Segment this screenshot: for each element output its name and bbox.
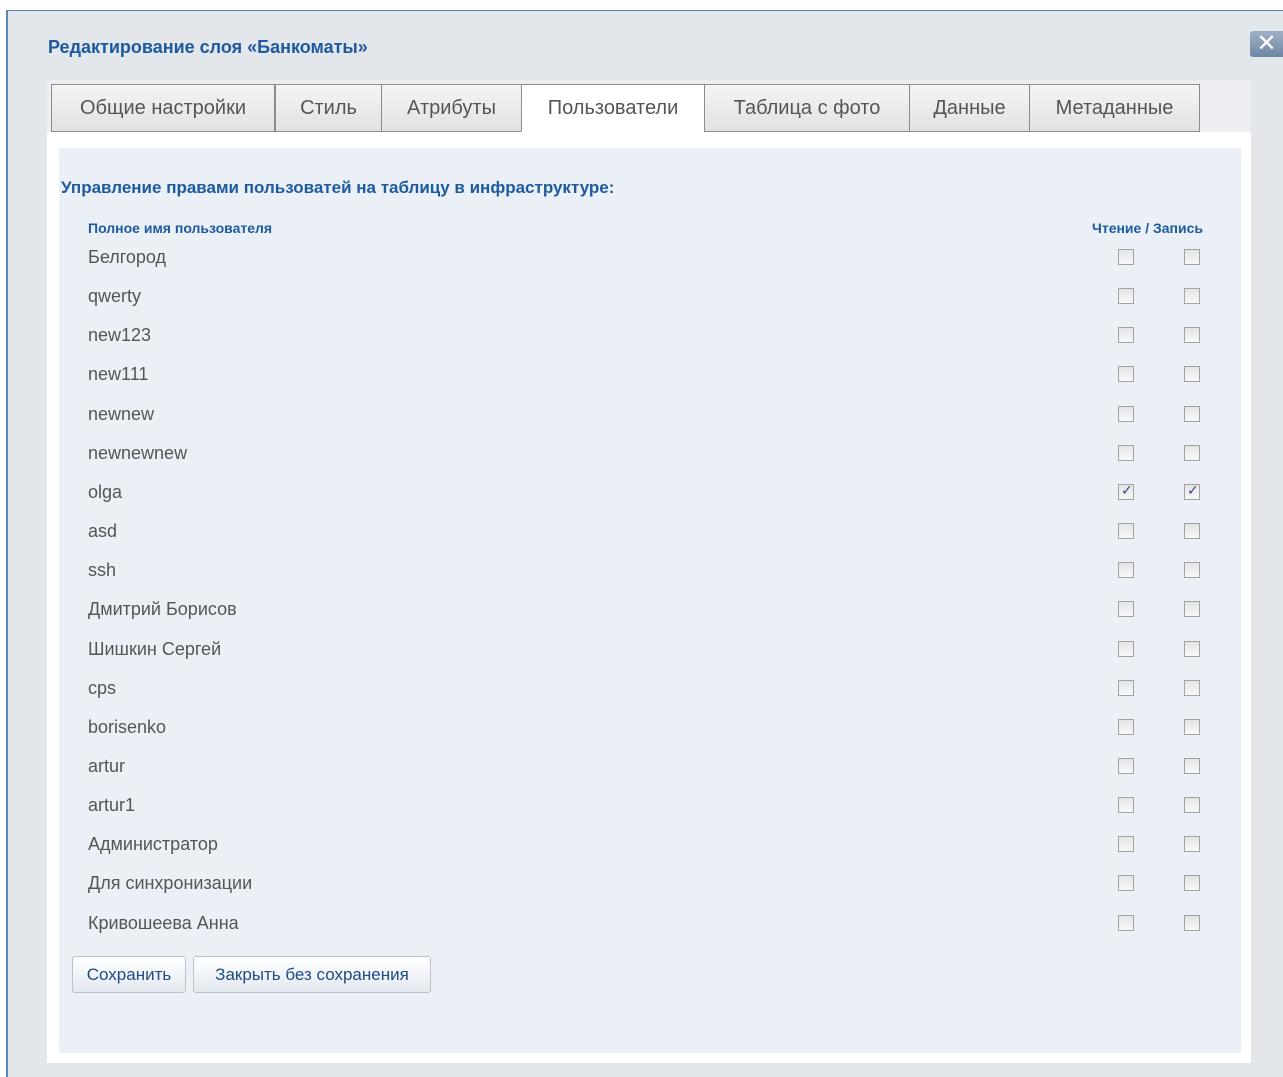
read-checkbox[interactable] xyxy=(1118,836,1134,853)
tab-style[interactable]: Стиль xyxy=(275,84,382,132)
tab-data[interactable]: Данные xyxy=(909,84,1030,132)
read-checkbox[interactable] xyxy=(1118,875,1134,892)
read-checkbox[interactable] xyxy=(1118,640,1134,657)
user-row: Администратор xyxy=(47,834,1251,873)
write-checkbox[interactable] xyxy=(1184,836,1200,853)
tab-photo-table[interactable]: Таблица с фото xyxy=(704,84,910,132)
user-name: newnew xyxy=(88,403,155,424)
user-row: ssh xyxy=(47,560,1251,599)
write-checkbox[interactable] xyxy=(1184,523,1200,540)
dialog-panel: Общие настройки Стиль Атрибуты Пользоват… xyxy=(47,80,1251,1063)
save-button[interactable]: Сохранить xyxy=(72,956,186,993)
user-name: Администратор xyxy=(88,834,218,855)
tab-metadata[interactable]: Метаданные xyxy=(1029,84,1200,132)
user-name: cps xyxy=(88,677,117,698)
user-name: Для синхронизации xyxy=(88,873,253,894)
tab-attributes[interactable]: Атрибуты xyxy=(381,84,522,132)
user-row: qwerty xyxy=(47,286,1251,325)
column-header-full-name: Полное имя пользователя xyxy=(88,220,273,236)
write-checkbox[interactable] xyxy=(1184,366,1200,383)
read-checkbox[interactable] xyxy=(1118,249,1134,265)
user-row: asd xyxy=(47,521,1251,560)
write-checkbox[interactable] xyxy=(1184,601,1200,618)
read-checkbox[interactable] xyxy=(1118,757,1134,774)
user-name: Дмитрий Борисов xyxy=(88,599,237,620)
user-row: newnewnew xyxy=(47,443,1251,482)
user-name: Кривошеева Анна xyxy=(88,912,239,933)
user-row: borisenko xyxy=(47,717,1251,756)
user-row: cps xyxy=(47,678,1251,717)
write-checkbox[interactable] xyxy=(1184,562,1200,579)
user-name: new111 xyxy=(88,364,149,385)
write-checkbox[interactable] xyxy=(1184,405,1200,422)
close-icon[interactable]: ✕ xyxy=(1250,31,1283,57)
close-without-saving-button[interactable]: Закрыть без сохранения xyxy=(193,956,431,993)
write-checkbox[interactable] xyxy=(1184,288,1200,305)
column-header-read-write: Чтение / Запись xyxy=(1092,220,1204,236)
read-checkbox[interactable] xyxy=(1118,444,1134,461)
read-checkbox[interactable] xyxy=(1118,523,1134,540)
write-checkbox[interactable] xyxy=(1184,914,1200,931)
read-checkbox[interactable] xyxy=(1118,679,1134,696)
user-row: artur1 xyxy=(47,795,1251,834)
read-checkbox[interactable] xyxy=(1118,405,1134,422)
user-row: Белгород xyxy=(47,247,1251,286)
user-name: asd xyxy=(88,521,118,542)
user-name: artur1 xyxy=(88,795,136,816)
user-name: new123 xyxy=(88,325,152,346)
read-checkbox[interactable] xyxy=(1118,914,1134,931)
user-row: newnew xyxy=(47,404,1251,443)
read-checkbox[interactable] xyxy=(1118,601,1134,618)
user-name: newnewnew xyxy=(88,442,188,463)
user-row: Дмитрий Борисов xyxy=(47,599,1251,638)
write-checkbox[interactable] xyxy=(1184,679,1200,696)
user-name: olga xyxy=(88,481,123,502)
user-name: borisenko xyxy=(88,716,167,737)
user-row: olga xyxy=(47,482,1251,521)
user-name: Шишкин Сергей xyxy=(88,638,222,659)
write-checkbox[interactable] xyxy=(1184,249,1200,265)
write-checkbox[interactable] xyxy=(1184,482,1200,500)
read-checkbox[interactable] xyxy=(1118,562,1134,579)
tab-general-settings[interactable]: Общие настройки xyxy=(51,84,275,132)
user-row: Кривошеева Анна xyxy=(47,913,1251,952)
tab-users[interactable]: Пользователи xyxy=(521,84,705,132)
write-checkbox[interactable] xyxy=(1184,875,1200,892)
user-row: Шишкин Сергей xyxy=(47,639,1251,678)
read-checkbox[interactable] xyxy=(1118,366,1134,383)
tab-strip: Общие настройки Стиль Атрибуты Пользоват… xyxy=(47,80,1251,132)
read-checkbox[interactable] xyxy=(1118,482,1134,500)
write-checkbox[interactable] xyxy=(1184,797,1200,814)
user-name: Белгород xyxy=(88,247,167,267)
write-checkbox[interactable] xyxy=(1184,718,1200,735)
read-checkbox[interactable] xyxy=(1118,797,1134,814)
read-checkbox[interactable] xyxy=(1118,288,1134,305)
user-name: artur xyxy=(88,755,126,776)
user-row: new111 xyxy=(47,364,1251,403)
user-row: Для синхронизации xyxy=(47,873,1251,912)
user-row: artur xyxy=(47,756,1251,795)
permissions-title: Управление правами пользоватей на таблиц… xyxy=(61,178,615,197)
user-name: qwerty xyxy=(88,286,142,307)
write-checkbox[interactable] xyxy=(1184,444,1200,461)
write-checkbox[interactable] xyxy=(1184,757,1200,774)
write-checkbox[interactable] xyxy=(1184,640,1200,657)
read-checkbox[interactable] xyxy=(1118,718,1134,735)
read-checkbox[interactable] xyxy=(1118,327,1134,344)
user-name: ssh xyxy=(88,560,117,581)
user-row: new123 xyxy=(47,325,1251,364)
write-checkbox[interactable] xyxy=(1184,327,1200,344)
dialog-title: Редактирование слоя «Банкоматы» xyxy=(48,37,368,57)
